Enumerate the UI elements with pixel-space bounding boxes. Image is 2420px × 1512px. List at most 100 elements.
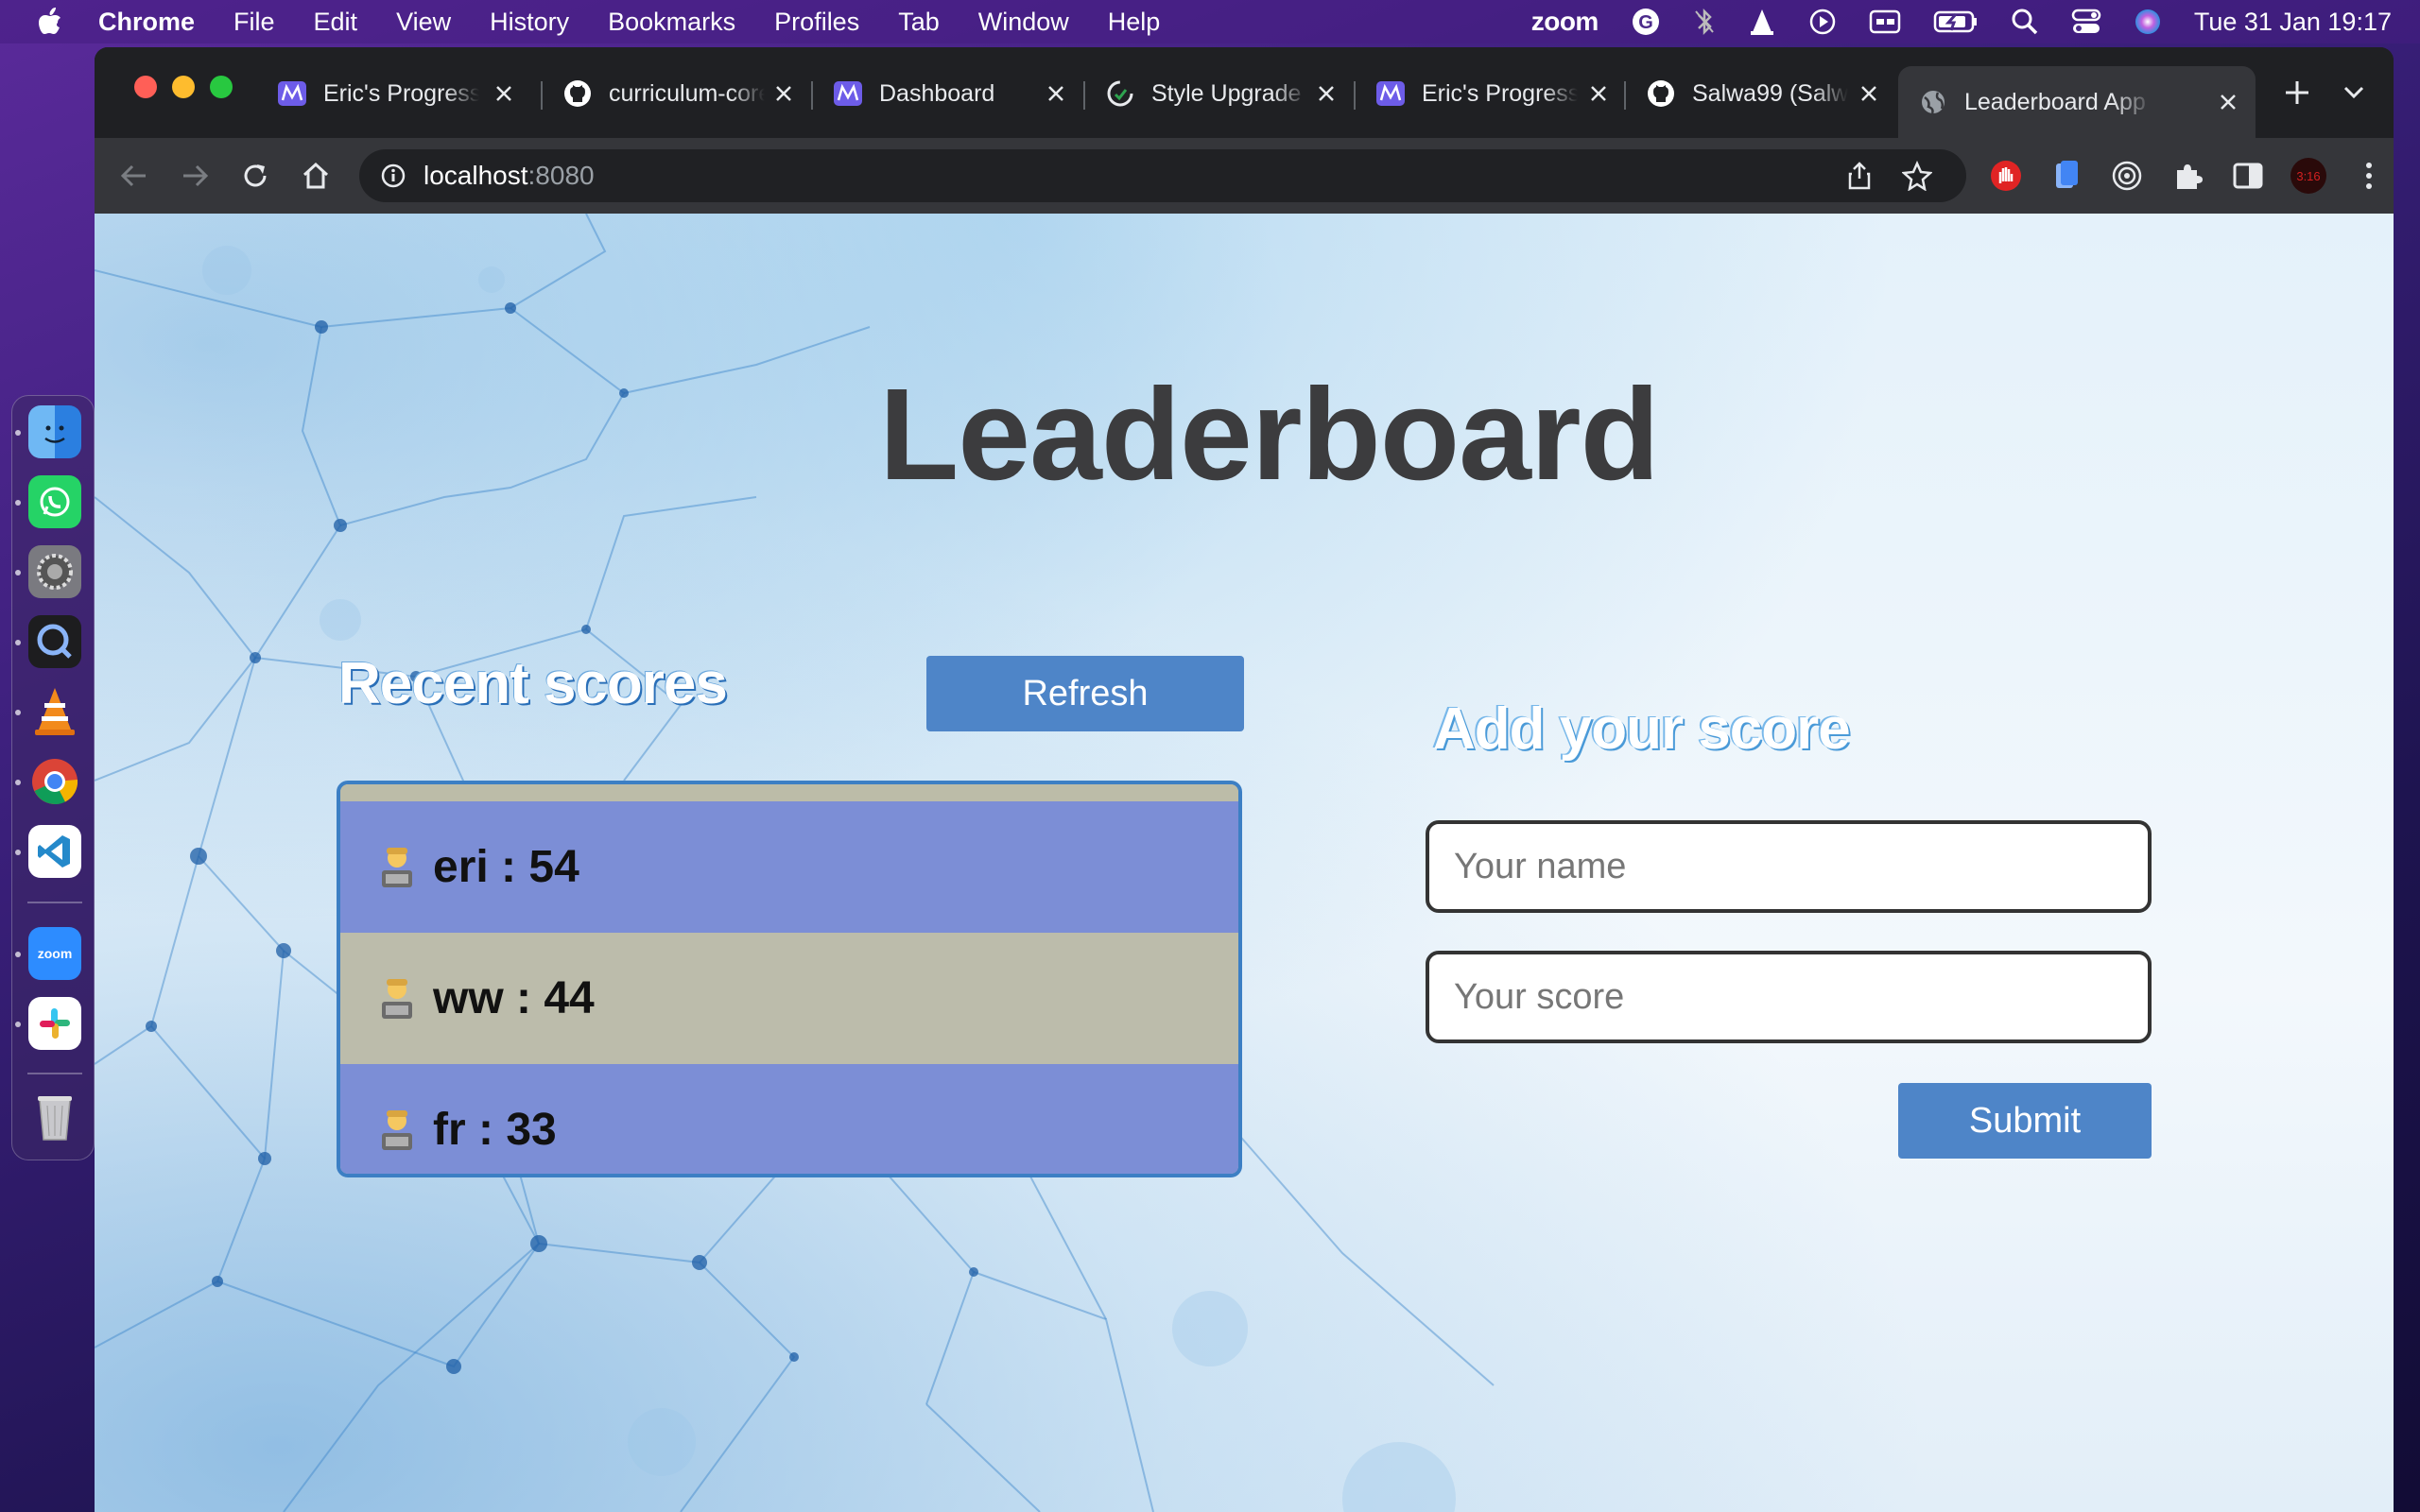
tab-style-upgrade[interactable]: Style Upgrade — [1085, 64, 1354, 123]
apple-menu-icon[interactable] — [36, 6, 64, 38]
tab-dashboard[interactable]: Dashboard — [813, 64, 1083, 123]
scores-list: eri : 54 ww : 44 fr : 33 — [337, 781, 1242, 1177]
menu-edit[interactable]: Edit — [314, 8, 358, 37]
close-tab-icon[interactable] — [1584, 79, 1613, 108]
zoom-window-button[interactable] — [210, 76, 233, 98]
tab-title: curriculum-core — [609, 79, 765, 107]
close-tab-icon[interactable] — [769, 79, 798, 108]
tab-title: Dashboard — [879, 79, 995, 107]
person-at-laptop-icon — [376, 844, 418, 891]
browser-window: Eric's Progress curriculum-core Dashboar… — [95, 47, 2394, 1512]
menu-file[interactable]: File — [233, 8, 275, 37]
stop-hand-extension-icon[interactable] — [1987, 157, 2025, 195]
score-entry-text: ww : 44 — [433, 973, 595, 1023]
address-bar[interactable]: localhost:8080 — [359, 149, 1966, 202]
menu-bookmarks[interactable]: Bookmarks — [608, 8, 735, 37]
whatsapp-icon[interactable] — [28, 475, 81, 528]
play-icon[interactable] — [1808, 8, 1837, 36]
menu-history[interactable]: History — [490, 8, 569, 37]
menu-window[interactable]: Window — [978, 8, 1069, 37]
back-arrow-icon[interactable] — [115, 157, 153, 195]
grammarly-icon[interactable]: G — [1631, 7, 1661, 37]
close-tab-icon[interactable] — [490, 79, 518, 108]
chrome-menu-kebab-icon[interactable] — [2350, 157, 2388, 195]
slack-icon[interactable] — [28, 997, 81, 1050]
url-port: :8080 — [527, 161, 595, 190]
person-at-laptop-icon — [376, 1107, 418, 1154]
running-indicator — [15, 500, 21, 506]
battery-icon[interactable] — [1933, 9, 1979, 34]
running-indicator — [15, 1022, 21, 1027]
menu-profiles[interactable]: Profiles — [774, 8, 859, 37]
submit-button[interactable]: Submit — [1898, 1083, 2152, 1159]
new-tab-plus-icon[interactable] — [2278, 74, 2316, 112]
tab-search-chevron-down-icon[interactable] — [2335, 74, 2373, 112]
file-extension-icon[interactable] — [2048, 157, 2085, 195]
vlc-icon[interactable] — [28, 685, 81, 738]
share-icon[interactable] — [1847, 162, 1872, 190]
svg-text:zoom: zoom — [38, 946, 73, 961]
trash-icon[interactable] — [28, 1090, 81, 1143]
extensions-puzzle-icon[interactable] — [2169, 157, 2206, 195]
menu-bar-clock[interactable]: Tue 31 Jan 19:17 — [2194, 8, 2392, 37]
tab-erics-progress-2[interactable]: Eric's Progress — [1356, 64, 1626, 123]
tab-title: Style Upgrade — [1151, 79, 1302, 107]
side-panel-icon[interactable] — [2229, 157, 2267, 195]
list-item: eri : 54 — [340, 801, 1238, 933]
name-input[interactable] — [1452, 845, 2118, 888]
target-extension-icon[interactable] — [2108, 157, 2146, 195]
close-tab-icon[interactable] — [1042, 79, 1070, 108]
minimize-window-button[interactable] — [172, 76, 195, 98]
github-actions-icon — [1106, 79, 1134, 108]
score-entry-text: fr : 33 — [433, 1105, 557, 1155]
vscode-icon[interactable] — [28, 825, 81, 878]
bluetooth-icon[interactable] — [1693, 7, 1716, 37]
vlc-status-icon[interactable] — [1748, 7, 1776, 37]
tab-curriculum-core[interactable]: curriculum-core — [543, 64, 811, 123]
score-field[interactable] — [1426, 951, 2152, 1043]
menu-tab[interactable]: Tab — [898, 8, 940, 37]
forward-arrow-icon[interactable] — [176, 157, 214, 195]
menu-app-name[interactable]: Chrome — [98, 8, 195, 37]
close-window-button[interactable] — [134, 76, 157, 98]
macos-menu-bar: Chrome File Edit View History Bookmarks … — [0, 0, 2420, 43]
list-top-strip — [340, 784, 1238, 801]
close-tab-icon[interactable] — [1855, 79, 1883, 108]
running-indicator — [15, 952, 21, 957]
bookmark-star-icon[interactable] — [1902, 161, 1932, 191]
zoom-status-icon[interactable]: zoom — [1531, 7, 1599, 37]
reload-icon[interactable] — [236, 157, 274, 195]
tab-leaderboard[interactable]: Leaderboard App — [1898, 66, 2256, 138]
home-icon[interactable] — [297, 157, 335, 195]
close-tab-icon[interactable] — [1312, 79, 1340, 108]
chrome-icon[interactable] — [28, 755, 81, 808]
menu-view[interactable]: View — [396, 8, 451, 37]
control-center-icon[interactable] — [2071, 8, 2101, 36]
close-tab-icon[interactable] — [2214, 88, 2242, 116]
name-field[interactable] — [1426, 820, 2152, 913]
profile-avatar[interactable]: 3:16 — [2290, 157, 2327, 195]
tab-erics-progress-1[interactable]: Eric's Progress — [257, 64, 531, 123]
running-indicator — [15, 710, 21, 715]
spotlight-search-icon[interactable] — [2011, 8, 2039, 36]
url-host: localhost — [424, 161, 528, 190]
menu-bar-status-area: zoom G Tue 31 Jan 19:17 — [1499, 0, 2392, 43]
tab-strip: Eric's Progress curriculum-core Dashboar… — [95, 47, 2394, 138]
tab-title: Eric's Progress — [1422, 79, 1578, 107]
refresh-button[interactable]: Refresh — [926, 656, 1244, 731]
menu-help[interactable]: Help — [1108, 8, 1161, 37]
person-at-laptop-icon — [376, 975, 418, 1022]
finder-icon[interactable] — [28, 405, 81, 458]
profile-badge-text: 3:16 — [2296, 169, 2320, 183]
zoom-app-icon[interactable]: zoom — [28, 927, 81, 980]
score-input[interactable] — [1452, 975, 2118, 1019]
site-info-icon[interactable] — [380, 163, 406, 189]
microverse-icon — [834, 79, 862, 108]
tab-salwa99[interactable]: Salwa99 (Salwa) — [1626, 64, 1896, 123]
siri-icon[interactable] — [2134, 8, 2162, 36]
quicktime-icon[interactable] — [28, 615, 81, 668]
caption-icon[interactable] — [1869, 9, 1901, 35]
dock-separator — [27, 902, 82, 903]
system-settings-icon[interactable] — [28, 545, 81, 598]
svg-text:G: G — [1638, 12, 1653, 33]
